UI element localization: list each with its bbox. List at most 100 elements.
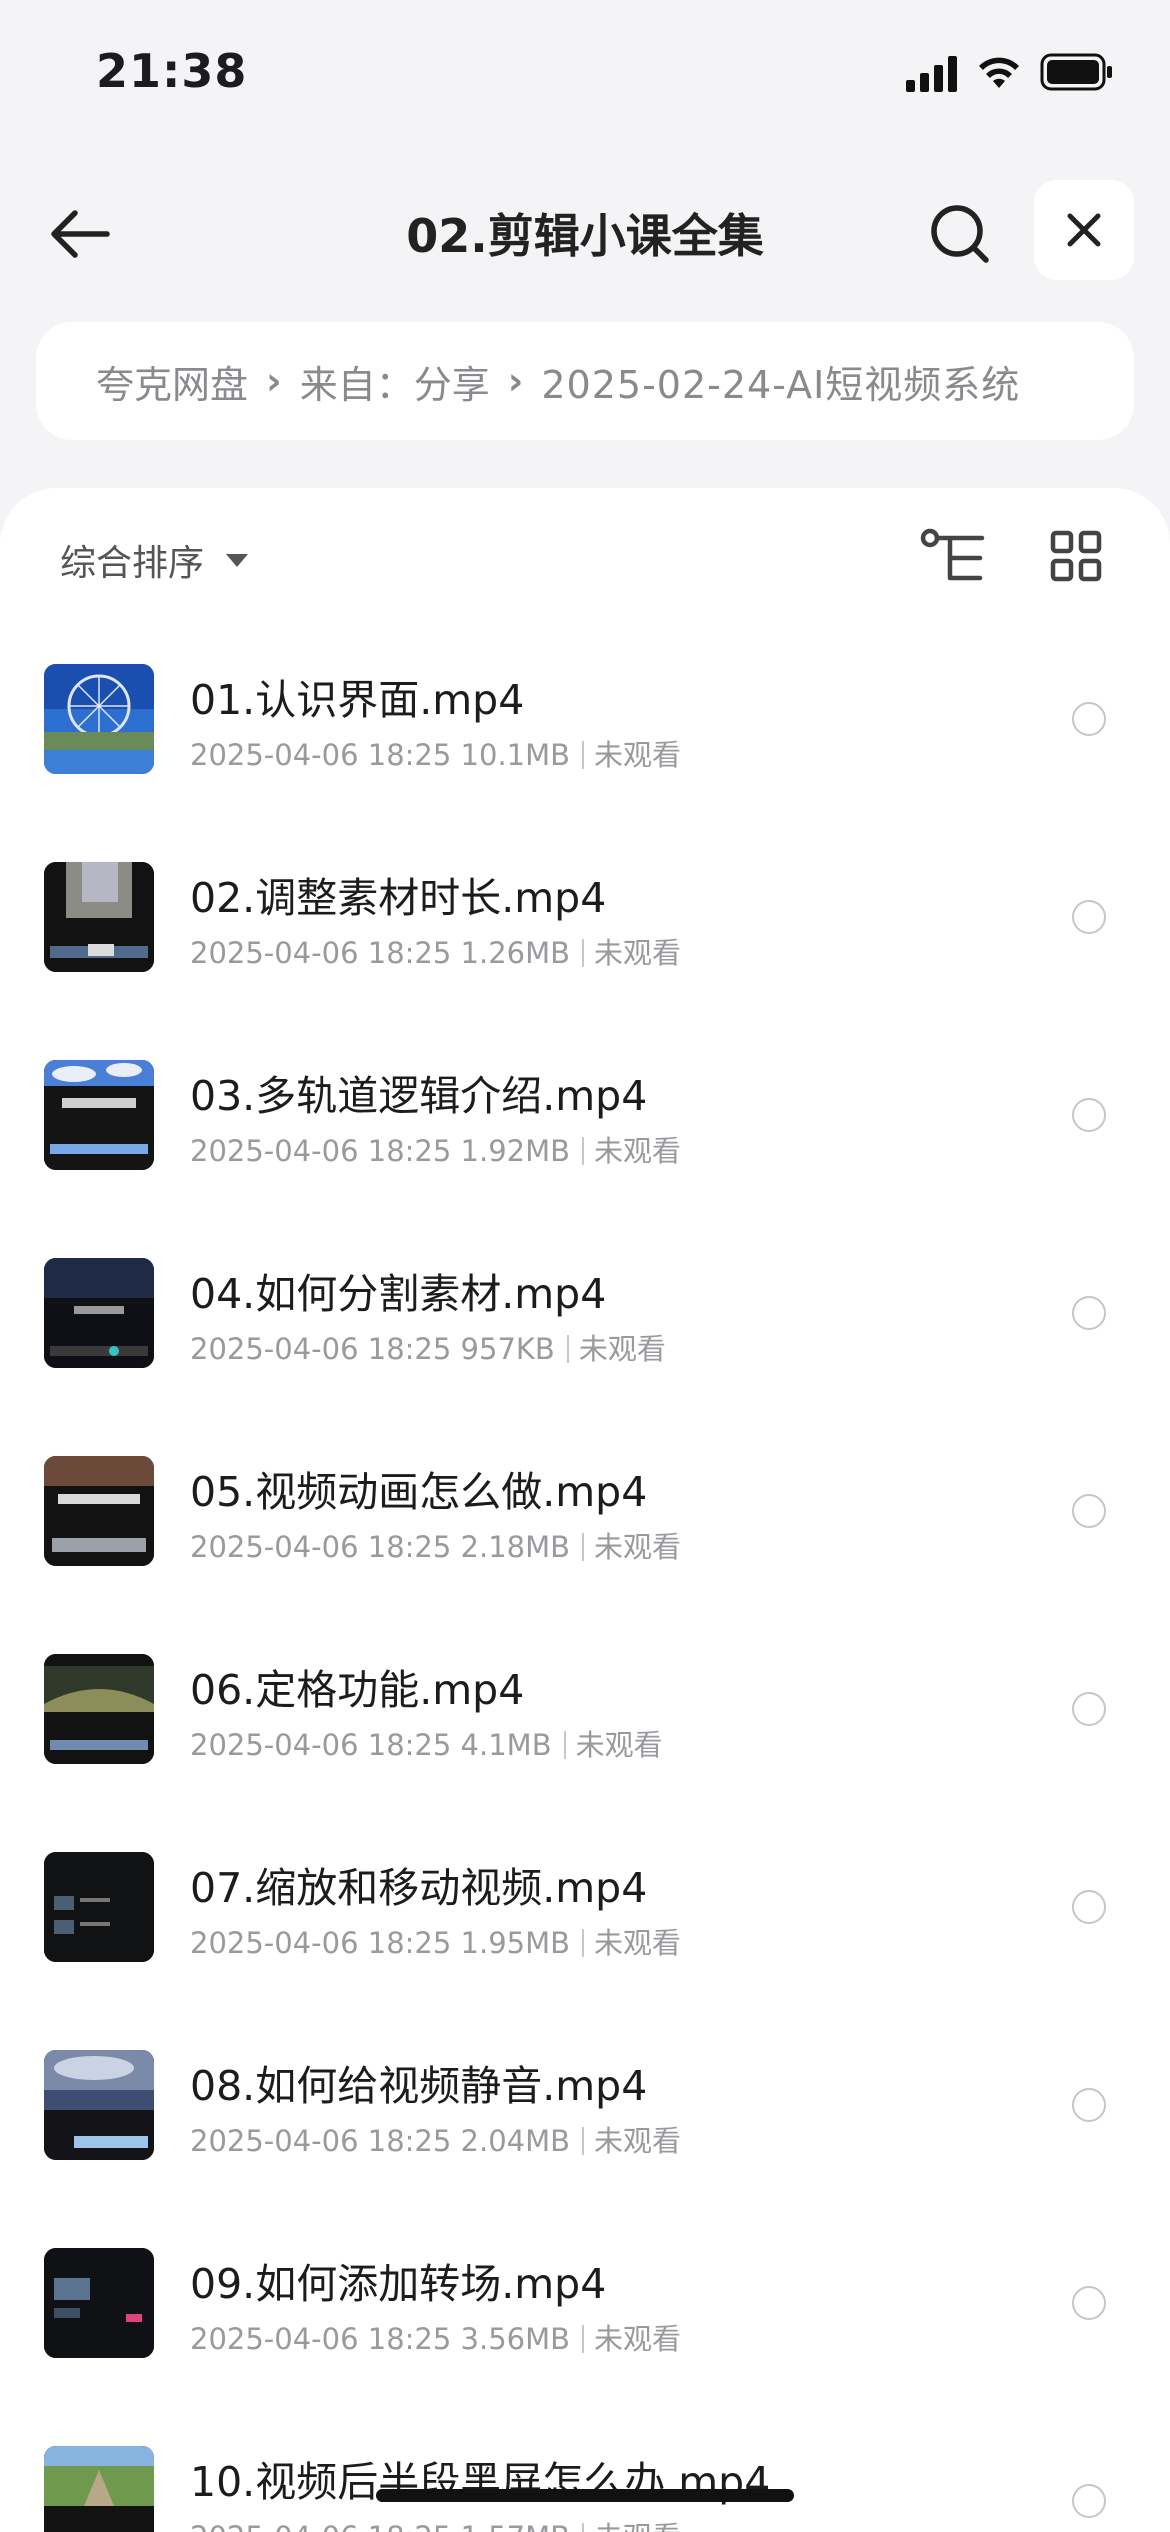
file-name: 04.如何分割素材.mp4 bbox=[190, 1270, 607, 1318]
search-button[interactable] bbox=[920, 198, 1000, 270]
file-date: 2025-04-06 18:25 bbox=[190, 936, 452, 970]
breadcrumb: 夸克网盘 › 来自：分享 › 2025-02-24-AI短视频系统 bbox=[36, 322, 1134, 440]
watch-status: 未观看 bbox=[594, 2124, 682, 2158]
file-row[interactable]: 02.调整素材时长.mp4 2025-04-06 18:25 1.26MB 未观看 bbox=[0, 862, 1170, 1060]
file-name: 09.如何添加转场.mp4 bbox=[190, 2260, 607, 2308]
breadcrumb-item-root[interactable]: 夸克网盘 bbox=[96, 354, 248, 409]
tree-view-icon[interactable] bbox=[918, 526, 988, 590]
file-name: 06.定格功能.mp4 bbox=[190, 1666, 525, 1714]
file-date: 2025-04-06 18:25 bbox=[190, 2322, 452, 2356]
file-size: 3.56MB bbox=[460, 2322, 571, 2356]
file-size: 2.04MB bbox=[460, 2124, 571, 2158]
file-meta: 2025-04-06 18:25 1.26MB 未观看 bbox=[190, 930, 681, 972]
file-date: 2025-04-06 18:25 bbox=[190, 2520, 451, 2532]
search-icon bbox=[931, 205, 989, 263]
video-thumbnail bbox=[44, 2050, 154, 2160]
chevron-right-icon: › bbox=[266, 359, 282, 403]
video-thumbnail bbox=[44, 664, 154, 774]
file-size: 1.57MB bbox=[461, 2520, 571, 2532]
video-thumbnail bbox=[44, 1456, 154, 1566]
select-radio[interactable] bbox=[1072, 702, 1106, 736]
file-name: 08.如何给视频静音.mp4 bbox=[190, 2062, 648, 2110]
file-date: 2025-04-06 18:25 bbox=[190, 1530, 452, 1564]
video-thumbnail bbox=[44, 862, 154, 972]
file-meta: 2025-04-06 18:25 1.95MB 未观看 bbox=[190, 1920, 681, 1962]
cellular-signal-icon bbox=[906, 56, 957, 92]
video-thumbnail bbox=[44, 1060, 154, 1170]
file-size: 10.1MB bbox=[460, 738, 571, 772]
file-date: 2025-04-06 18:25 bbox=[190, 2124, 452, 2158]
file-row[interactable]: 03.多轨道逻辑介绍.mp4 2025-04-06 18:25 1.92MB 未观… bbox=[0, 1060, 1170, 1258]
file-row[interactable]: 04.如何分割素材.mp4 2025-04-06 18:25 957KB 未观看 bbox=[0, 1258, 1170, 1456]
file-date: 2025-04-06 18:25 bbox=[190, 1926, 452, 1960]
watch-status: 未观看 bbox=[594, 2322, 682, 2356]
file-meta: 2025-04-06 18:25 1.92MB 未观看 bbox=[190, 1128, 681, 1170]
watch-status: 未观看 bbox=[594, 1134, 682, 1168]
watch-status: 未观看 bbox=[594, 738, 682, 772]
header: 02.剪辑小课全集 bbox=[0, 170, 1170, 290]
select-radio[interactable] bbox=[1072, 1296, 1106, 1330]
close-button[interactable] bbox=[1034, 180, 1134, 280]
file-row[interactable]: 09.如何添加转场.mp4 2025-04-06 18:25 3.56MB 未观看 bbox=[0, 2248, 1170, 2446]
file-meta: 2025-04-06 18:25 3.56MB 未观看 bbox=[190, 2316, 681, 2358]
file-list-panel: 综合排序 01.认识界面.mp4 2025-04-06 18:25 10.1MB… bbox=[0, 488, 1170, 2532]
file-row[interactable]: 07.缩放和移动视频.mp4 2025-04-06 18:25 1.95MB 未观… bbox=[0, 1852, 1170, 2050]
video-thumbnail bbox=[44, 1852, 154, 1962]
file-row[interactable]: 05.视频动画怎么做.mp4 2025-04-06 18:25 2.18MB 未观… bbox=[0, 1456, 1170, 1654]
watch-status: 未观看 bbox=[594, 2520, 681, 2532]
select-radio[interactable] bbox=[1072, 1692, 1106, 1726]
home-indicator bbox=[376, 2489, 794, 2502]
status-time: 21:38 bbox=[96, 44, 248, 98]
select-radio[interactable] bbox=[1072, 900, 1106, 934]
select-radio[interactable] bbox=[1072, 2286, 1106, 2320]
file-size: 2.18MB bbox=[460, 1530, 571, 1564]
file-date: 2025-04-06 18:25 bbox=[190, 738, 452, 772]
select-radio[interactable] bbox=[1072, 2088, 1106, 2122]
file-meta: 2025-04-06 18:25 10.1MB 未观看 bbox=[190, 732, 681, 774]
battery-icon bbox=[1040, 53, 1112, 91]
file-meta: 2025-04-06 18:25 957KB 未观看 bbox=[190, 1326, 666, 1368]
file-size: 1.26MB bbox=[460, 936, 571, 970]
file-size: 1.95MB bbox=[460, 1926, 571, 1960]
file-meta: 2025-04-06 18:25 1.57MB 未观看 bbox=[190, 2514, 681, 2532]
file-row[interactable]: 08.如何给视频静音.mp4 2025-04-06 18:25 2.04MB 未观… bbox=[0, 2050, 1170, 2248]
caret-down-icon bbox=[226, 553, 249, 567]
file-size: 4.1MB bbox=[460, 1728, 552, 1762]
watch-status: 未观看 bbox=[594, 1926, 682, 1960]
file-name: 02.调整素材时长.mp4 bbox=[190, 874, 607, 922]
video-thumbnail bbox=[44, 1258, 154, 1368]
sort-label: 综合排序 bbox=[60, 543, 205, 584]
file-list: 01.认识界面.mp4 2025-04-06 18:25 10.1MB 未观看 bbox=[0, 664, 1170, 2532]
sort-dropdown[interactable]: 综合排序 bbox=[60, 534, 249, 586]
file-row[interactable]: 01.认识界面.mp4 2025-04-06 18:25 10.1MB 未观看 bbox=[0, 664, 1170, 862]
close-icon bbox=[1067, 213, 1101, 247]
file-size: 957KB bbox=[460, 1332, 555, 1366]
file-meta: 2025-04-06 18:25 4.1MB 未观看 bbox=[190, 1722, 663, 1764]
select-radio[interactable] bbox=[1072, 1494, 1106, 1528]
file-meta: 2025-04-06 18:25 2.18MB 未观看 bbox=[190, 1524, 681, 1566]
video-thumbnail bbox=[44, 2248, 154, 2358]
breadcrumb-item-share[interactable]: 来自：分享 bbox=[300, 354, 490, 409]
file-name: 07.缩放和移动视频.mp4 bbox=[190, 1864, 648, 1912]
breadcrumb-item-current[interactable]: 2025-02-24-AI短视频系统 bbox=[541, 354, 1020, 409]
chevron-right-icon: › bbox=[507, 359, 524, 403]
watch-status: 未观看 bbox=[578, 1332, 666, 1366]
status-bar: 21:38 bbox=[0, 0, 1170, 150]
select-radio[interactable] bbox=[1072, 2484, 1106, 2518]
file-date: 2025-04-06 18:25 bbox=[190, 1134, 452, 1168]
watch-status: 未观看 bbox=[594, 1530, 682, 1564]
watch-status: 未观看 bbox=[575, 1728, 663, 1762]
file-name: 01.认识界面.mp4 bbox=[190, 676, 525, 724]
file-row[interactable]: 06.定格功能.mp4 2025-04-06 18:25 4.1MB 未观看 bbox=[0, 1654, 1170, 1852]
grid-view-icon[interactable] bbox=[1050, 530, 1102, 582]
file-meta: 2025-04-06 18:25 2.04MB 未观看 bbox=[190, 2118, 681, 2160]
file-name: 05.视频动画怎么做.mp4 bbox=[190, 1468, 648, 1516]
video-thumbnail bbox=[44, 2446, 154, 2532]
file-name: 03.多轨道逻辑介绍.mp4 bbox=[190, 1072, 648, 1120]
file-date: 2025-04-06 18:25 bbox=[190, 1728, 452, 1762]
select-radio[interactable] bbox=[1072, 1098, 1106, 1132]
select-radio[interactable] bbox=[1072, 1890, 1106, 1924]
video-thumbnail bbox=[44, 1654, 154, 1764]
page: 21:38 02.剪辑小课全集 夸克网盘 › 来自：分享 › 2025-02-2… bbox=[0, 0, 1170, 2532]
file-date: 2025-04-06 18:25 bbox=[190, 1332, 452, 1366]
